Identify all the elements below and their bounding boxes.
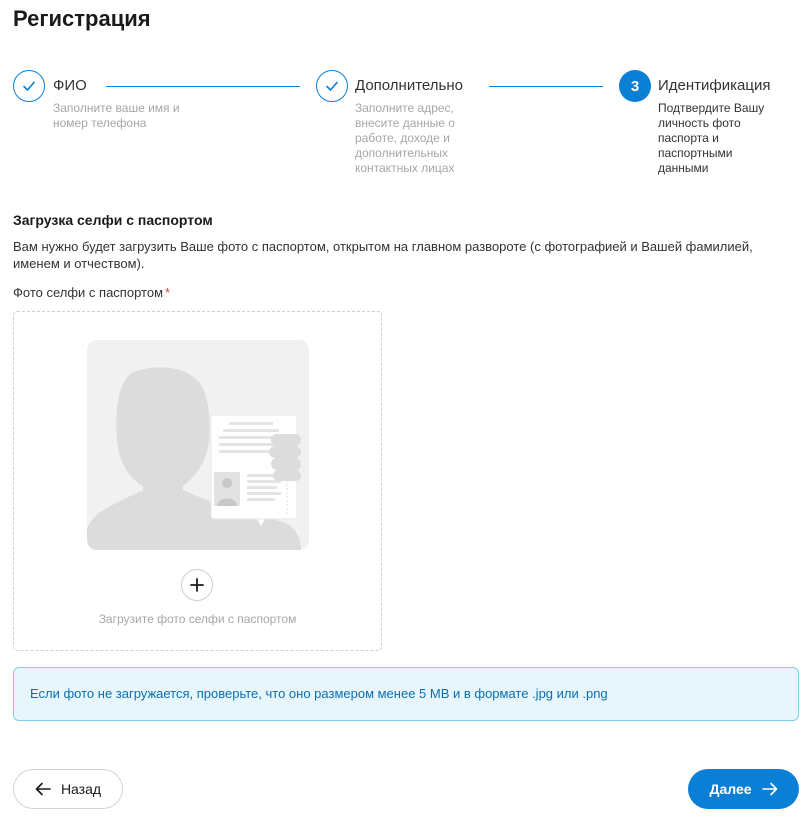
arrow-left-icon <box>35 782 51 796</box>
page-title: Регистрация <box>13 6 151 31</box>
plus-icon <box>190 578 204 592</box>
next-button[interactable]: Далее <box>688 769 799 809</box>
add-photo-button[interactable] <box>181 569 213 601</box>
step-1-title: ФИО <box>53 77 87 94</box>
back-button-label: Назад <box>60 781 102 797</box>
step-2-description: Заполните адрес, внесите данные о работе… <box>355 101 455 175</box>
info-alert: Если фото не загружается, проверьте, что… <box>13 667 799 721</box>
step-2-connector <box>489 86 603 87</box>
step-3-description: Подтвердите Вашу личность фото паспорта … <box>658 101 765 175</box>
section-title: Загрузка селфи с паспортом <box>13 212 213 228</box>
next-button-label: Далее <box>709 781 752 797</box>
arrow-right-icon <box>761 782 778 796</box>
selfie-with-passport-illustration <box>87 340 309 550</box>
step-1-connector <box>106 86 300 87</box>
upload-label-text: Фото селфи с паспортом <box>13 285 164 300</box>
upload-hint: Загрузите фото селфи с паспортом <box>98 612 297 626</box>
step-2-check-icon <box>316 70 348 102</box>
step-1-check-icon <box>13 70 45 102</box>
step-3-title: Идентификация <box>658 77 771 94</box>
back-button[interactable]: Назад <box>13 769 123 809</box>
section-description: Вам нужно будет загрузить Ваше фото с па… <box>13 239 753 271</box>
info-alert-text: Если фото не загружается, проверьте, что… <box>30 686 608 701</box>
required-mark: * <box>165 285 171 300</box>
step-2-title: Дополнительно <box>355 77 463 94</box>
upload-field-label: Фото селфи с паспортом * <box>13 285 170 300</box>
step-3-number: 3 <box>619 70 651 102</box>
step-1-description: Заполните ваше имя и номер телефона <box>53 101 180 130</box>
selfie-upload-dropzone[interactable]: Загрузите фото селфи с паспортом <box>13 311 382 651</box>
